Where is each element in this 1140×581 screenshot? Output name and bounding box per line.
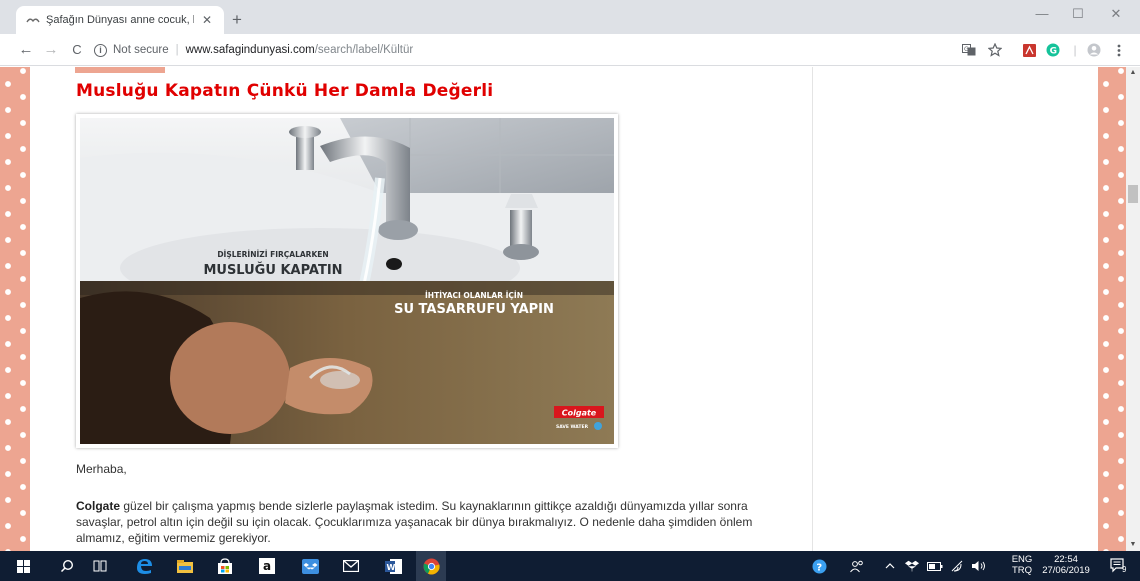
image-line1-small: DİŞLERİNİZİ FIRÇALARKEN	[217, 250, 328, 259]
site-favicon-icon	[26, 13, 40, 27]
help-icon[interactable]: ?	[804, 551, 834, 581]
star-icon[interactable]	[988, 43, 1002, 57]
image-line1-big: MUSLUĞU KAPATIN	[203, 262, 342, 278]
decorative-strip	[75, 67, 165, 73]
minimize-button[interactable]: —	[1032, 6, 1052, 21]
search-icon[interactable]	[52, 551, 82, 581]
info-icon[interactable]: i	[94, 43, 107, 57]
new-tab-button[interactable]: +	[232, 11, 242, 28]
colgate-brand-text: Colgate	[562, 409, 597, 418]
translate-icon[interactable]: G	[962, 43, 976, 57]
dropbox-icon[interactable]	[295, 551, 325, 581]
chrome-icon[interactable]	[416, 551, 446, 581]
language-bottom: TRQ	[1011, 565, 1033, 576]
clock-date: 27/06/2019	[1042, 565, 1090, 576]
tab-strip: Şafağın Dünyası anne cocuk, blo ✕ + — ☐ …	[0, 0, 1140, 34]
task-view-icon[interactable]	[85, 551, 115, 581]
browser-toolbar: ← → C i Not secure | www.safagindunyasi.…	[0, 34, 1140, 66]
clock-time: 22:54	[1054, 554, 1078, 565]
image-line2-small: İHTİYACI OLANLAR İÇİN	[425, 291, 523, 300]
post-body: Colgate güzel bir çalışma yapmış bende s…	[76, 498, 798, 546]
scroll-thumb[interactable]	[1128, 185, 1138, 203]
close-window-button[interactable]: ✕	[1106, 6, 1126, 22]
url-path: /search/label/Kültür	[314, 44, 414, 56]
svg-text:G: G	[964, 46, 969, 53]
polka-dot-border-left	[0, 67, 30, 551]
url-separator: |	[175, 44, 179, 56]
file-explorer-icon[interactable]	[170, 551, 200, 581]
post-body-bold: Colgate	[76, 499, 121, 513]
toolbar-separator: |	[1073, 43, 1077, 57]
browser-tab[interactable]: Şafağın Dünyası anne cocuk, blo ✕	[16, 6, 224, 34]
scroll-down-icon[interactable]: ▼	[1126, 539, 1140, 551]
address-bar[interactable]: i Not secure | www.safagindunyasi.com /s…	[94, 38, 954, 62]
image-line2-big: SU TASARRUFU YAPIN	[394, 302, 554, 317]
pdf-extension-icon[interactable]	[1022, 43, 1036, 57]
post-title[interactable]: Musluğu Kapatın Çünkü Her Damla Değerli	[76, 81, 493, 101]
clock[interactable]: 22:54 27/06/2019	[1037, 554, 1095, 576]
tab-close-icon[interactable]: ✕	[200, 13, 214, 27]
maximize-button[interactable]: ☐	[1068, 6, 1088, 22]
svg-text:G: G	[1050, 46, 1057, 56]
save-water-text: SAVE WATER	[556, 424, 589, 430]
sidebar-divider	[812, 67, 813, 551]
profile-icon[interactable]	[1087, 43, 1101, 57]
polka-dot-border-right	[1098, 67, 1126, 551]
language-top: ENG	[1011, 554, 1033, 565]
page-scrollbar[interactable]: ▲ ▼	[1126, 67, 1140, 551]
people-icon[interactable]	[842, 551, 872, 581]
security-label: Not secure	[113, 44, 169, 56]
forward-button[interactable]: →	[42, 41, 60, 59]
notification-count: 9	[1122, 565, 1127, 574]
amazon-icon[interactable]: a	[252, 551, 282, 581]
windows-taskbar: a W ? ENG TRQ 22:54 27/06/2019 9	[0, 551, 1140, 581]
mail-icon[interactable]	[336, 551, 366, 581]
word-icon[interactable]: W	[378, 551, 408, 581]
post-image[interactable]: DİŞLERİNİZİ FIRÇALARKEN MUSLUĞU KAPATIN …	[76, 114, 618, 448]
back-button[interactable]: ←	[17, 41, 35, 59]
volume-icon[interactable]	[963, 551, 993, 581]
notifications-icon[interactable]: 9	[1104, 551, 1134, 581]
language-indicator[interactable]: ENG TRQ	[1009, 554, 1035, 576]
windows-start-icon[interactable]	[8, 551, 38, 581]
menu-icon[interactable]	[1112, 43, 1126, 57]
store-icon[interactable]	[210, 551, 240, 581]
post-body-text: güzel bir çalışma yapmış bende sizlerle …	[76, 499, 753, 545]
web-page: Musluğu Kapatın Çünkü Her Damla Değerli	[0, 67, 1140, 551]
edge-icon[interactable]	[129, 551, 159, 581]
tab-title: Şafağın Dünyası anne cocuk, blo	[46, 14, 194, 26]
reload-button[interactable]: C	[68, 41, 86, 59]
svg-text:a: a	[263, 559, 271, 573]
colgate-logo: Colgate SAVE WATER	[554, 406, 604, 430]
post-greeting: Merhaba,	[76, 462, 127, 476]
svg-text:W: W	[386, 563, 395, 572]
svg-text:?: ?	[816, 562, 822, 573]
scroll-up-icon[interactable]: ▲	[1126, 67, 1140, 79]
grammarly-icon[interactable]: G	[1046, 43, 1060, 57]
url-domain: www.safagindunyasi.com	[185, 44, 315, 56]
